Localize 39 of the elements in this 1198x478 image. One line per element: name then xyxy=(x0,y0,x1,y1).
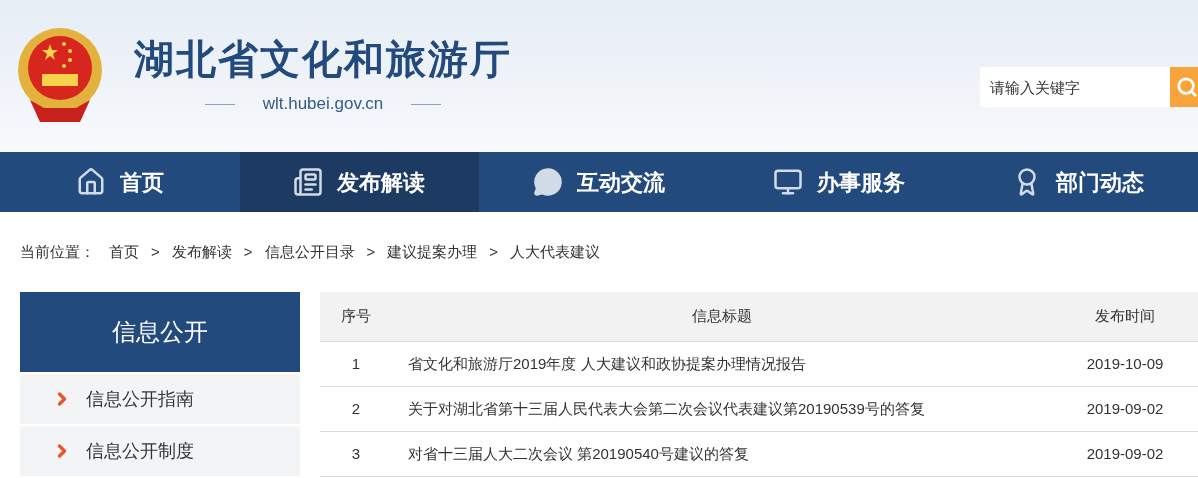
search-button[interactable] xyxy=(1170,67,1198,107)
table-cell-text: 2019-09-02 xyxy=(1085,443,1165,464)
breadcrumb-link[interactable]: 人大代表建议 xyxy=(510,240,601,264)
nav-tab[interactable]: 办事服务 xyxy=(718,152,959,212)
breadcrumb-separator: > xyxy=(489,241,499,262)
nav-tab[interactable]: 首页 xyxy=(0,152,240,212)
table-cell-text: 2019-09-02 xyxy=(1085,398,1165,419)
chat-bubble-icon xyxy=(533,167,563,197)
article-link[interactable]: 省文化和旅游厅2019年度 人大建议和政协提案办理情况报告 xyxy=(392,352,1052,376)
table-cell-text: 2019-10-09 xyxy=(1085,353,1165,374)
search-field[interactable]: 请输入关键字 xyxy=(980,67,1170,107)
nav-tab[interactable]: 部门动态 xyxy=(958,152,1198,212)
breadcrumb-label: 当前位置： xyxy=(20,241,95,262)
breadcrumb-separator: > xyxy=(243,241,253,262)
search-icon xyxy=(1176,76,1198,98)
site-domain: wlt.hubei.gov.cn xyxy=(262,93,384,116)
nav-tab[interactable]: 互动交流 xyxy=(479,152,719,212)
breadcrumb-link[interactable]: 发布解读 xyxy=(171,240,232,264)
breadcrumb-link[interactable]: 首页 xyxy=(109,240,139,264)
breadcrumb-link[interactable]: 建议提案办理 xyxy=(387,240,478,264)
article-link[interactable]: 关于对湖北省第十三届人民代表大会第二次会议代表建议第20190539号的答复 xyxy=(392,397,1052,421)
table-cell-text: 1 xyxy=(350,353,362,374)
breadcrumb-separator: > xyxy=(151,241,160,262)
document-icon xyxy=(293,167,324,197)
breadcrumb-link[interactable]: 信息公开目录 xyxy=(264,240,355,264)
nav-tab[interactable]: 发布解读 xyxy=(239,152,480,212)
table-cell-text: 3 xyxy=(350,443,362,464)
sidebar-title: 信息公开 xyxy=(20,292,300,372)
column-header: 序号 xyxy=(340,306,372,327)
site-title: 湖北省文化和旅游厅 xyxy=(134,34,512,85)
home-icon xyxy=(75,167,106,197)
sidebar-item[interactable]: 信息公开制度 xyxy=(20,426,300,476)
column-header: 信息标题 xyxy=(691,306,753,327)
article-link[interactable]: 对省十三届人大二次会议 第20190540号建议的答复 xyxy=(392,442,1052,466)
column-header: 发布时间 xyxy=(1094,306,1156,327)
sidebar-item[interactable]: 信息公开指南 xyxy=(20,374,300,424)
monitor-icon xyxy=(772,167,803,197)
breadcrumb-separator: > xyxy=(366,241,376,262)
table-cell-text: 2 xyxy=(350,398,362,419)
